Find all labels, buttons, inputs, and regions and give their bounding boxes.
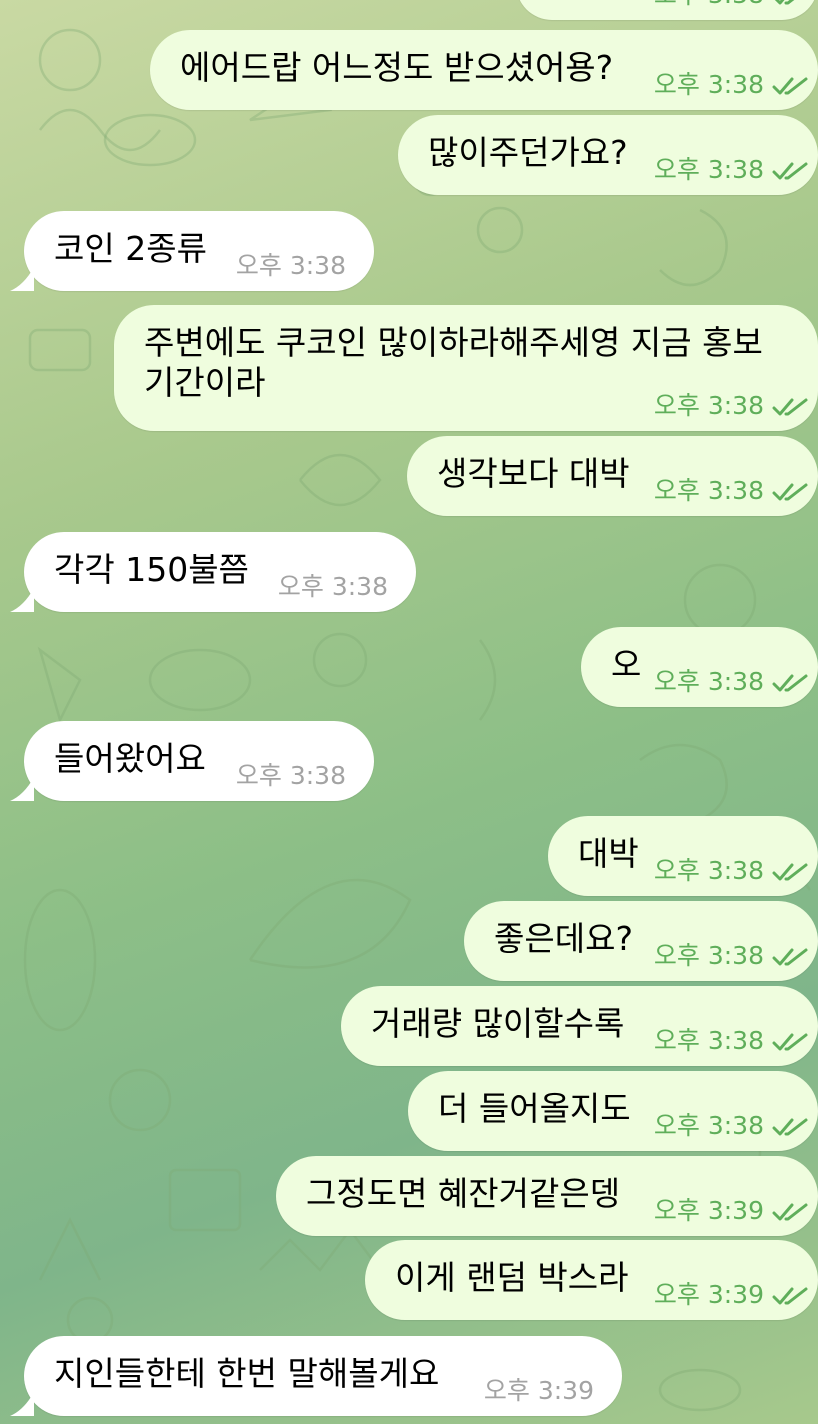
message-time: 오후 3:38: [653, 667, 764, 696]
message-bubble-incoming[interactable]: 지인들한테 한번 말해볼게요 오후 3:39: [10, 1336, 622, 1416]
message-bubble-outgoing[interactable]: 많이주던가요? 오후 3:38: [398, 115, 818, 195]
message-time: 오후 3:38: [235, 251, 346, 280]
message-meta: 오후 3:38: [654, 70, 810, 100]
message-bubble-incoming[interactable]: 코인 2종류 오후 3:38: [10, 211, 374, 291]
message-text-line: 주변에도 쿠코인 많이하라해주세영 지금 홍보: [144, 323, 763, 362]
message-time: 오후 3:38: [653, 391, 764, 420]
message-bubble-outgoing[interactable]: 대박 오후 3:38: [548, 816, 818, 896]
message-bubble-outgoing[interactable]: 거래량 많이할수록 오후 3:38: [341, 986, 818, 1066]
message-time: 오후 3:38: [653, 70, 764, 99]
double-check-icon: [772, 77, 808, 95]
message-meta: 오후 3:38: [236, 761, 346, 791]
message-meta: 오후 3:38: [654, 856, 810, 886]
message-meta: 오후 3:38: [654, 667, 810, 697]
message-text: 대박: [578, 834, 639, 873]
message-meta: 오후 3:38: [654, 941, 810, 971]
message-bubble-outgoing[interactable]: 생각보다 대박 오후 3:38: [407, 436, 818, 516]
message-meta: 오후 3:39: [654, 1280, 810, 1310]
message-meta: 오후 3:38: [278, 572, 388, 602]
message-meta: 오후 3:38: [654, 391, 810, 421]
message-bubble-outgoing[interactable]: 에어드랍 어느정도 받으셨어용? 오후 3:38: [150, 30, 818, 110]
message-time: 오후 3:38: [235, 761, 346, 790]
message-time: 오후 3:38: [653, 1111, 764, 1140]
double-check-icon: [772, 162, 808, 180]
double-check-icon: [772, 674, 808, 692]
message-text: 좋은데요?: [494, 919, 633, 958]
message-bubble-outgoing[interactable]: 그정도면 혜잔거같은뎅 오후 3:39: [276, 1156, 818, 1236]
double-check-icon: [774, 0, 795, 5]
message-time: 오후 3:39: [483, 1376, 594, 1405]
message-meta: 오후 3:38: [654, 0, 810, 10]
message-meta: 오후 3:38: [654, 1111, 810, 1141]
message-text: 들어왔어요: [54, 739, 206, 778]
message-text: 그정도면 혜잔거같은뎅: [306, 1174, 621, 1213]
double-check-icon: [772, 1118, 808, 1136]
bubble-tail: [10, 267, 34, 291]
message-text: 각각 150불쯤: [54, 550, 249, 589]
double-check-icon: [772, 1203, 808, 1221]
message-text: 이게 랜덤 박스라: [395, 1258, 629, 1297]
message-text: 더 들어올지도: [438, 1089, 631, 1128]
message-time: 오후 3:38: [653, 856, 764, 885]
message-time: 오후 3:38: [277, 572, 388, 601]
message-list[interactable]: 오후 3:38 에어드랍 어느정도 받으셨어용? 오후 3:38 많이주던가요?…: [0, 0, 818, 1424]
message-text: 에어드랍 어느정도 받으셨어용?: [180, 48, 614, 87]
message-bubble-incoming[interactable]: 각각 150불쯤 오후 3:38: [10, 532, 416, 612]
message-text: 많이주던가요?: [428, 133, 628, 172]
message-bubble-outgoing[interactable]: 오후 3:38: [516, 0, 818, 20]
message-bubble-outgoing[interactable]: 주변에도 쿠코인 많이하라해주세영 지금 홍보 기간이라 오후 3:38: [114, 305, 818, 431]
message-time: 오후 3:39: [653, 1196, 764, 1225]
double-check-icon: [772, 1033, 808, 1051]
message-text: 코인 2종류: [54, 229, 207, 268]
bubble-tail: [10, 777, 34, 801]
message-text: 거래량 많이할수록: [371, 1004, 625, 1043]
message-text: 오: [611, 645, 642, 684]
double-check-icon: [772, 948, 808, 966]
message-meta: 오후 3:38: [654, 476, 810, 506]
message-time: 오후 3:38: [653, 155, 764, 184]
message-meta: 오후 3:39: [484, 1376, 594, 1406]
double-check-icon: [772, 1287, 808, 1305]
message-time: 오후 3:38: [654, 0, 764, 9]
double-check-icon: [772, 398, 808, 416]
double-check-icon: [772, 483, 808, 501]
message-bubble-outgoing[interactable]: 더 들어올지도 오후 3:38: [408, 1071, 818, 1151]
message-time: 오후 3:38: [653, 476, 764, 505]
message-meta: 오후 3:38: [654, 155, 810, 185]
bubble-tail: [10, 1392, 34, 1416]
message-time: 오후 3:38: [653, 941, 764, 970]
message-time: 오후 3:38: [653, 1026, 764, 1055]
message-time: 오후 3:39: [653, 1280, 764, 1309]
message-text: 생각보다 대박: [437, 454, 630, 493]
message-meta: 오후 3:38: [654, 1026, 810, 1056]
message-bubble-outgoing[interactable]: 오 오후 3:38: [581, 627, 818, 707]
message-text: 지인들한테 한번 말해볼게요: [54, 1354, 440, 1393]
bubble-tail: [10, 588, 34, 612]
double-check-icon: [772, 863, 808, 881]
message-meta: 오후 3:39: [654, 1196, 810, 1226]
message-bubble-outgoing[interactable]: 좋은데요? 오후 3:38: [464, 901, 818, 981]
message-meta: 오후 3:38: [236, 251, 346, 281]
message-bubble-incoming[interactable]: 들어왔어요 오후 3:38: [10, 721, 374, 801]
message-bubble-outgoing[interactable]: 이게 랜덤 박스라 오후 3:39: [365, 1240, 818, 1320]
